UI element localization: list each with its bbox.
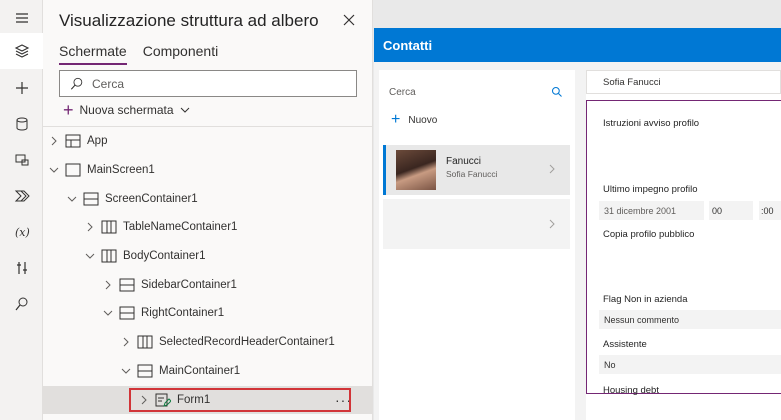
- tab-screens[interactable]: Schermate: [59, 43, 127, 65]
- contacts-sidebar: Cerca + Nuovo Fanucci Sofia Fanucci: [379, 70, 575, 420]
- field-label: Ultimo impegno profilo: [603, 184, 698, 195]
- node-label: MainScreen1: [87, 164, 155, 176]
- field-value[interactable]: No: [599, 355, 781, 374]
- form-panel[interactable]: Istruzioni avviso profilo Ultimo impegno…: [586, 100, 781, 396]
- search-placeholder: Cerca: [92, 76, 125, 91]
- vertical-container-icon: [137, 364, 153, 378]
- app-header: Contatti: [374, 28, 781, 62]
- tree-node-main-screen[interactable]: MainScreen1: [49, 156, 155, 184]
- horizontal-container-icon: [137, 335, 153, 349]
- chevron-right-icon: [87, 222, 93, 232]
- media-icon[interactable]: [0, 142, 43, 178]
- vertical-container-icon: [119, 278, 135, 292]
- tree-view-layers-icon[interactable]: [0, 33, 43, 69]
- record-header-name: Sofia Fanucci: [603, 76, 661, 88]
- sidebar-search-placeholder: Cerca: [389, 86, 416, 98]
- tree-node-app[interactable]: App: [49, 127, 107, 155]
- tree-node-main-container[interactable]: MainContainer1: [121, 357, 240, 385]
- node-label: MainContainer1: [159, 365, 241, 377]
- node-label: TableNameContainer1: [123, 221, 238, 233]
- tree-node-sidebar-container[interactable]: SidebarContainer1: [103, 271, 237, 299]
- node-label: App: [87, 135, 108, 147]
- avatar: [396, 150, 436, 190]
- chevron-down-icon: [67, 196, 77, 202]
- chevron-right-icon: [549, 164, 555, 174]
- new-screen-label: Nuova schermata: [79, 103, 174, 117]
- contact-full-name: Sofia Fanucci: [446, 169, 498, 179]
- panel-title: Visualizzazione struttura ad albero: [59, 11, 319, 30]
- sidebar-search-input[interactable]: Cerca: [389, 80, 565, 104]
- chevron-right-icon: [105, 280, 111, 290]
- app-icon: [65, 134, 81, 148]
- search-icon: [70, 77, 83, 90]
- app-body: Cerca + Nuovo Fanucci Sofia Fanucci Sofi…: [374, 62, 781, 420]
- vertical-container-icon: [119, 306, 135, 320]
- tree-node-selected-record-header[interactable]: SelectedRecordHeaderContainer1: [121, 328, 335, 356]
- power-automate-icon[interactable]: [0, 178, 43, 214]
- field-label: Flag Non in azienda: [603, 294, 688, 305]
- left-rail: (x): [0, 0, 43, 420]
- new-contact-button[interactable]: + Nuovo: [391, 111, 438, 128]
- field-value[interactable]: Nessun commento: [599, 310, 781, 329]
- chevron-down-icon: [49, 167, 59, 173]
- tree-view-panel: Visualizzazione struttura ad albero Sche…: [43, 0, 373, 420]
- field-label: Housing debt: [603, 385, 659, 396]
- tree-node-right-container[interactable]: RightContainer1: [103, 299, 224, 327]
- close-icon[interactable]: [341, 12, 357, 28]
- tree-node-table-name-container[interactable]: TableNameContainer1: [85, 213, 237, 241]
- horizontal-container-icon: [101, 249, 117, 263]
- field-label: Copia profilo pubblico: [603, 229, 695, 240]
- search-icon[interactable]: [0, 286, 43, 322]
- chevron-right-icon: [51, 136, 57, 146]
- search-input[interactable]: Cerca: [59, 70, 357, 97]
- field-label: Assistente: [603, 339, 647, 350]
- field-label: Istruzioni avviso profilo: [603, 118, 700, 129]
- insert-plus-icon[interactable]: [0, 70, 43, 106]
- chevron-down-icon: [85, 253, 95, 259]
- app-header-title: Contatti: [383, 37, 433, 53]
- horizontal-container-icon: [101, 220, 117, 234]
- plus-icon: +: [63, 100, 74, 120]
- chevron-right-icon: [123, 337, 129, 347]
- hamburger-menu-icon[interactable]: [0, 0, 43, 36]
- selected-record-header: Sofia Fanucci: [586, 70, 781, 94]
- node-label: RightContainer1: [141, 307, 225, 319]
- tab-bar: Schermate Componenti: [59, 43, 219, 65]
- chevron-down-icon: [121, 368, 131, 374]
- app-preview: Contatti Cerca + Nuovo Fanucci Sofia Fan…: [374, 28, 781, 420]
- chevron-down-icon: [180, 107, 189, 113]
- node-label: ScreenContainer1: [105, 193, 198, 205]
- new-screen-button[interactable]: + Nuova schermata: [63, 100, 190, 120]
- main-content: Sofia Fanucci Istruzioni avviso profilo …: [586, 70, 781, 420]
- contact-list-item-empty[interactable]: [383, 199, 570, 249]
- node-label: SelectedRecordHeaderContainer1: [159, 336, 335, 348]
- date-field[interactable]: 31 dicembre 2001: [599, 201, 704, 220]
- vertical-container-icon: [83, 192, 99, 206]
- variables-icon[interactable]: (x): [0, 214, 43, 250]
- node-label: SidebarContainer1: [141, 279, 237, 291]
- screen-icon: [65, 163, 81, 177]
- tab-components[interactable]: Componenti: [143, 43, 219, 63]
- tree-node-screen-container[interactable]: ScreenContainer1: [67, 185, 198, 213]
- contact-list-item[interactable]: Fanucci Sofia Fanucci: [383, 145, 570, 195]
- selection-highlight: [129, 388, 351, 412]
- svg-text:(x): (x): [15, 226, 30, 239]
- plus-icon: +: [391, 111, 401, 128]
- minute-field[interactable]: :00: [759, 201, 781, 220]
- contact-last-name: Fanucci: [446, 156, 482, 167]
- advanced-tools-icon[interactable]: [0, 250, 43, 286]
- new-contact-label: Nuovo: [408, 114, 438, 126]
- node-label: BodyContainer1: [123, 250, 206, 262]
- tree-node-body-container[interactable]: BodyContainer1: [85, 242, 205, 270]
- data-cylinder-icon[interactable]: [0, 106, 43, 142]
- chevron-right-icon: [549, 219, 555, 229]
- hour-field[interactable]: 00: [709, 201, 753, 220]
- chevron-down-icon: [103, 310, 113, 316]
- search-icon: [551, 86, 562, 97]
